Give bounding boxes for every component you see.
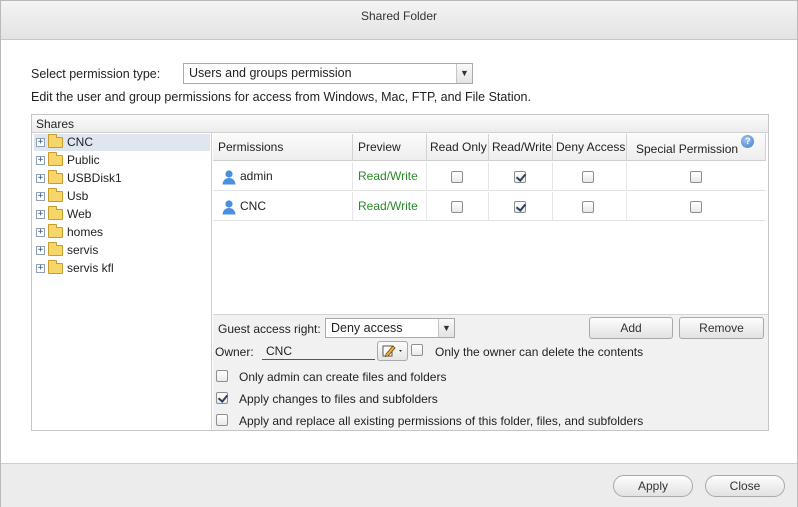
only-admin-create-checkbox[interactable] [216, 370, 228, 382]
cell-special-permission [627, 162, 766, 191]
column-header-special-permission[interactable]: Special Permission ? [627, 134, 766, 161]
folder-icon [48, 224, 63, 238]
folder-icon [48, 242, 63, 256]
user-icon [222, 200, 236, 215]
owner-edit-button[interactable] [377, 341, 408, 361]
cell-read-only [427, 162, 489, 191]
shares-panel: Shares + CNC + Public + USBDisk1 + Usb +… [31, 114, 769, 431]
deny-access-checkbox[interactable] [582, 171, 594, 183]
tree-item-homes[interactable]: + homes [34, 224, 210, 241]
tree-item-label: USBDisk1 [67, 171, 122, 185]
read-write-checkbox[interactable] [514, 171, 526, 183]
row-username: admin [240, 162, 353, 191]
special-permission-label: Special Permission [636, 142, 739, 156]
help-icon[interactable]: ? [741, 135, 755, 148]
shares-header: Shares [32, 115, 768, 133]
guest-access-select[interactable]: Deny access ▼ [325, 318, 455, 338]
expand-icon[interactable]: + [36, 246, 45, 255]
guest-access-label: Guest access right: [218, 322, 321, 336]
row-username: CNC [240, 192, 353, 221]
tree-item-web[interactable]: + Web [34, 206, 210, 223]
tree-item-servis[interactable]: + servis [34, 242, 210, 259]
folder-icon [48, 260, 63, 274]
expand-icon[interactable]: + [36, 138, 45, 147]
only-owner-delete-label: Only the owner can delete the contents [435, 345, 644, 359]
cell-read-only [427, 192, 489, 221]
special-permission-checkbox[interactable] [690, 171, 702, 183]
tree-item-public[interactable]: + Public [34, 152, 210, 169]
folder-icon [48, 152, 63, 166]
tree-item-label: Public [67, 153, 100, 167]
tree-item-usb[interactable]: + Usb [34, 188, 210, 205]
chevron-down-icon[interactable]: ▼ [456, 64, 472, 83]
dialog-title: Shared Folder [360, 9, 438, 23]
expand-icon[interactable]: + [36, 228, 45, 237]
cell-read-write [489, 162, 553, 191]
close-button[interactable]: Close [705, 475, 785, 497]
apply-replace-checkbox[interactable] [216, 414, 228, 426]
tree-item-label: Usb [67, 189, 89, 203]
permissions-grid: Permissions Preview Read Only Read/Write… [213, 133, 768, 314]
tree-item-label: CNC [67, 135, 93, 149]
apply-changes-checkbox[interactable] [216, 392, 228, 404]
settings-area: Guest access right: Deny access ▼ Add Re… [213, 314, 768, 430]
user-icon [222, 170, 236, 185]
tree-item-label: Web [67, 207, 92, 221]
read-only-checkbox[interactable] [451, 171, 463, 183]
permission-type-label: Select permission type: [31, 67, 161, 81]
tree-item-label: servis [67, 243, 99, 257]
apply-button[interactable]: Apply [613, 475, 693, 497]
cell-deny-access [553, 162, 627, 191]
expand-icon[interactable]: + [36, 264, 45, 273]
only-owner-delete-checkbox[interactable] [411, 344, 423, 356]
expand-icon[interactable]: + [36, 174, 45, 183]
expand-icon[interactable]: + [36, 210, 45, 219]
shared-folder-dialog: Shared Folder Select permission type: Us… [0, 0, 798, 507]
shares-tree: + CNC + Public + USBDisk1 + Usb + Web + … [32, 133, 212, 430]
row-preview: Read/Write [353, 192, 427, 221]
folder-icon [48, 188, 63, 202]
tree-item-cnc[interactable]: + CNC [34, 134, 210, 151]
dialog-titlebar: Shared Folder [1, 1, 797, 40]
read-only-checkbox[interactable] [451, 201, 463, 213]
folder-icon [48, 206, 63, 220]
remove-button[interactable]: Remove [679, 317, 764, 339]
cell-deny-access [553, 192, 627, 221]
apply-changes-label: Apply changes to files and subfolders [239, 392, 438, 406]
column-header-read-write[interactable]: Read/Write [489, 134, 553, 161]
table-row[interactable]: admin Read/Write [213, 162, 766, 191]
read-write-checkbox[interactable] [514, 201, 526, 213]
column-header-permissions[interactable]: Permissions [213, 134, 353, 161]
row-preview: Read/Write [353, 162, 427, 191]
owner-label: Owner: [215, 345, 254, 359]
cell-read-write [489, 192, 553, 221]
chevron-down-icon[interactable]: ▼ [438, 319, 454, 337]
expand-icon[interactable]: + [36, 192, 45, 201]
column-header-preview[interactable]: Preview [353, 134, 427, 161]
column-header-deny-access[interactable]: Deny Access [553, 134, 627, 161]
apply-replace-label: Apply and replace all existing permissio… [239, 414, 644, 428]
permission-type-select[interactable]: Users and groups permission ▼ [183, 63, 473, 84]
pencil-edit-icon [382, 345, 402, 358]
description-text: Edit the user and group permissions for … [31, 90, 531, 104]
owner-field[interactable]: CNC [262, 343, 375, 360]
column-header-read-only[interactable]: Read Only [427, 134, 489, 161]
add-button[interactable]: Add [589, 317, 673, 339]
tree-item-servis-kfl[interactable]: + servis kfl [34, 260, 210, 277]
folder-icon [48, 134, 63, 148]
tree-item-usbdisk1[interactable]: + USBDisk1 [34, 170, 210, 187]
tree-item-label: servis kfl [67, 261, 114, 275]
tree-item-label: homes [67, 225, 104, 239]
permission-type-value: Users and groups permission [189, 66, 352, 80]
deny-access-checkbox[interactable] [582, 201, 594, 213]
folder-icon [48, 170, 63, 184]
special-permission-checkbox[interactable] [690, 201, 702, 213]
cell-special-permission [627, 192, 766, 221]
table-row[interactable]: CNC Read/Write [213, 192, 766, 221]
dialog-footer: Apply Close [1, 463, 797, 507]
expand-icon[interactable]: + [36, 156, 45, 165]
guest-access-value: Deny access [331, 321, 403, 335]
only-admin-create-label: Only admin can create files and folders [239, 370, 447, 384]
